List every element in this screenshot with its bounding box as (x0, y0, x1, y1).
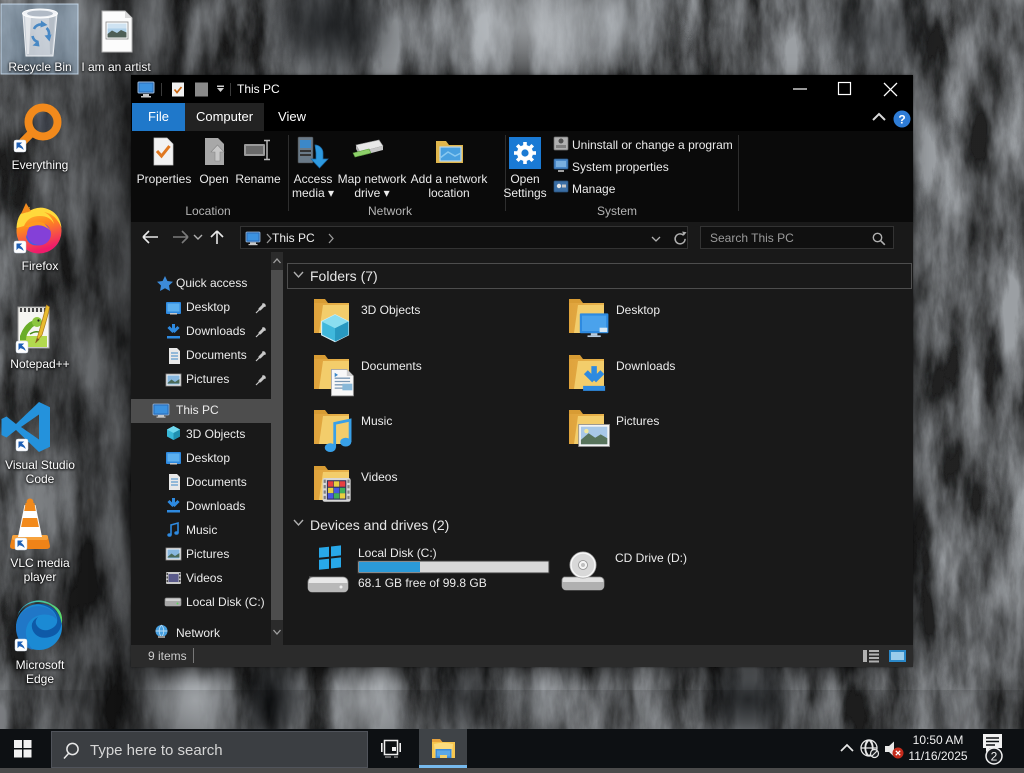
svg-text:2: 2 (991, 750, 998, 764)
svg-text:?: ? (898, 113, 905, 127)
